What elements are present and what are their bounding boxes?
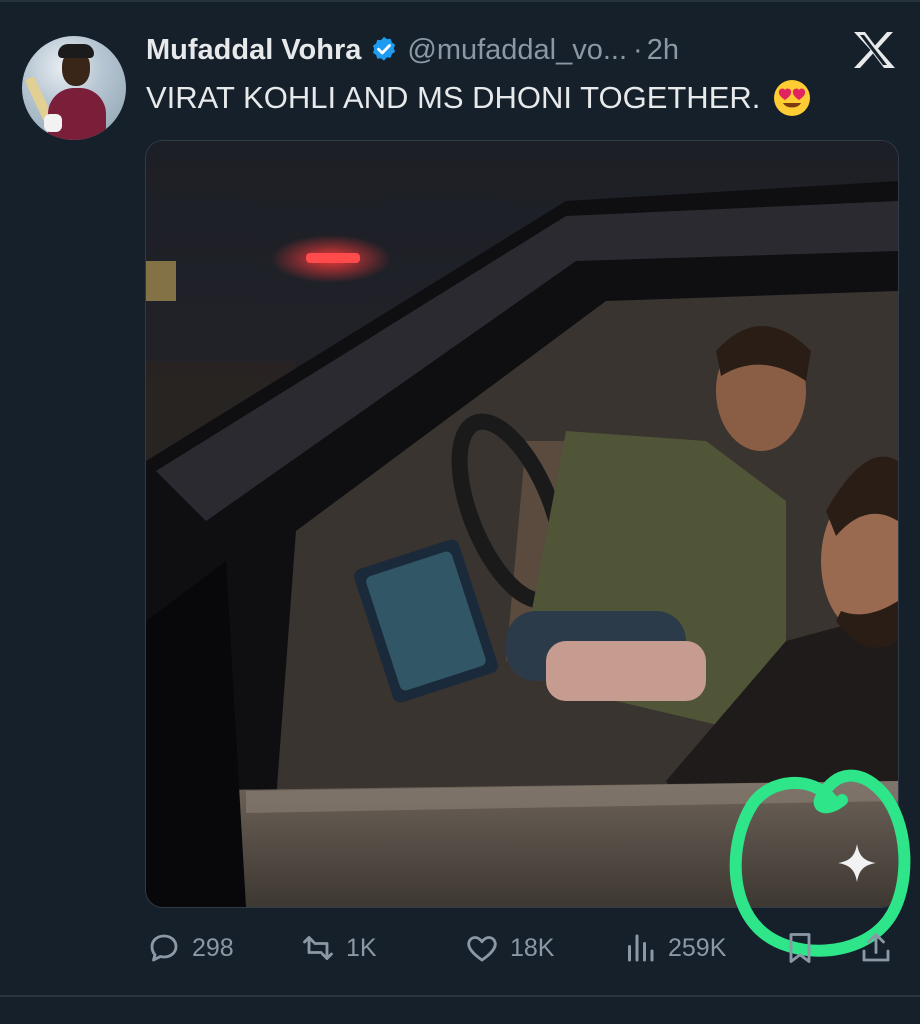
handle[interactable]: @mufaddal_vo... <box>407 34 627 67</box>
photo-scene <box>146 141 898 907</box>
action-bar: 298 1K 18K 259K <box>0 920 920 980</box>
verified-badge-icon <box>373 36 396 61</box>
views-button[interactable]: 259K <box>622 920 726 976</box>
separator-dot: · <box>633 33 643 66</box>
sparkle-icon[interactable] <box>836 842 878 884</box>
views-count: 259K <box>668 933 727 962</box>
share-button[interactable] <box>858 920 894 976</box>
retweet-count: 1K <box>346 933 377 962</box>
bottom-divider <box>0 995 920 997</box>
like-count: 18K <box>510 933 555 962</box>
like-button[interactable]: 18K <box>464 920 554 976</box>
reply-button[interactable]: 298 <box>146 920 234 976</box>
tweet-header: Mufaddal Vohra @mufaddal_vo... · 2h <box>146 28 679 72</box>
views-icon <box>628 934 654 962</box>
reply-icon <box>150 934 178 962</box>
tweet-media-photo[interactable] <box>145 140 899 908</box>
bookmark-button[interactable] <box>782 920 818 976</box>
avatar[interactable] <box>22 36 126 140</box>
reply-count: 298 <box>192 933 234 962</box>
tweet-text: VIRAT KOHLI AND MS DHONI TOGETHER. <box>146 78 812 118</box>
share-icon <box>862 933 890 962</box>
retweet-button[interactable]: 1K <box>300 920 377 976</box>
timestamp[interactable]: 2h <box>647 34 679 67</box>
tweet-body: VIRAT KOHLI AND MS DHONI TOGETHER. <box>146 80 761 115</box>
x-logo-icon[interactable] <box>852 30 896 70</box>
bookmark-icon <box>789 933 811 963</box>
top-divider <box>0 0 920 2</box>
display-name[interactable]: Mufaddal Vohra <box>146 34 361 67</box>
like-icon <box>467 936 497 962</box>
heart-eyes-emoji-icon <box>774 80 811 116</box>
retweet-icon <box>303 936 333 960</box>
